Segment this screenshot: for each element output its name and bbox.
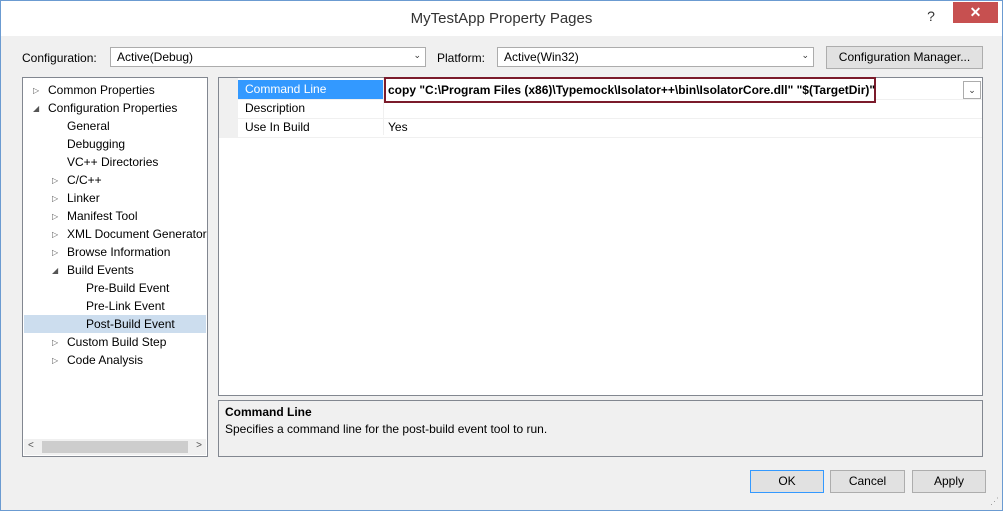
tree-item-label: Manifest Tool	[67, 209, 138, 223]
cancel-button[interactable]: Cancel	[830, 470, 905, 493]
property-value: Yes	[388, 120, 408, 134]
expand-icon[interactable]: ▷	[52, 190, 58, 208]
scroll-right-icon[interactable]: >	[196, 440, 202, 451]
description-text: Specifies a command line for the post-bu…	[225, 422, 548, 436]
collapse-icon[interactable]: ◢	[52, 262, 58, 280]
tree-item-label: Configuration Properties	[48, 101, 178, 115]
close-button[interactable]: ✕	[953, 2, 998, 23]
expand-icon[interactable]: ▷	[52, 352, 58, 370]
property-tree: ▷ Common Properties ◢ Configuration Prop…	[22, 77, 208, 457]
chevron-down-icon[interactable]: ⌄	[963, 81, 981, 99]
tree-item-label: Custom Build Step	[67, 335, 167, 349]
collapse-icon[interactable]: ◢	[33, 100, 39, 118]
property-name: Use In Build	[245, 120, 310, 134]
title-bar: MyTestApp Property Pages ? ✕	[1, 1, 1002, 36]
expand-icon[interactable]: ▷	[52, 172, 58, 190]
configuration-label: Configuration:	[22, 51, 97, 65]
tree-item-build-events[interactable]: ◢ Build Events	[23, 261, 207, 279]
description-title: Command Line	[225, 405, 312, 419]
grid-row-use-in-build[interactable]: Use In Build Yes	[238, 118, 982, 137]
tree-item-post-build-event[interactable]: Post-Build Event	[24, 315, 206, 333]
tree-item-label: Build Events	[67, 263, 134, 277]
configuration-select[interactable]: Active(Debug) ⌄	[110, 47, 426, 67]
row-separator	[238, 137, 982, 138]
configuration-manager-button[interactable]: Configuration Manager...	[826, 46, 983, 69]
tree-item-pre-link-event[interactable]: Pre-Link Event	[23, 297, 207, 315]
tree-item-general[interactable]: General	[23, 117, 207, 135]
chevron-down-icon: ⌄	[801, 50, 809, 60]
configuration-value: Active(Debug)	[117, 50, 194, 64]
expand-icon[interactable]: ▷	[33, 82, 39, 100]
tree-item-configuration-properties[interactable]: ◢ Configuration Properties	[23, 99, 207, 117]
help-button[interactable]: ?	[920, 6, 942, 26]
expand-icon[interactable]: ▷	[52, 226, 58, 243]
tree-item-label: C/C++	[67, 173, 102, 187]
chevron-down-icon: ⌄	[413, 50, 421, 60]
command-line-input[interactable]: copy "C:\Program Files (x86)\Typemock\Is…	[384, 77, 876, 103]
apply-button[interactable]: Apply	[912, 470, 986, 493]
tree-item-vc-directories[interactable]: VC++ Directories	[23, 153, 207, 171]
platform-label: Platform:	[437, 51, 486, 65]
resize-grip-icon[interactable]: ⋰	[990, 496, 999, 507]
horizontal-scrollbar[interactable]: < >	[24, 439, 206, 455]
tree-item-label: Common Properties	[48, 83, 155, 97]
tree-item-label: Post-Build Event	[86, 317, 175, 331]
platform-value: Active(Win32)	[504, 50, 579, 64]
tree-item-label: Pre-Build Event	[86, 281, 170, 295]
expand-icon[interactable]: ▷	[52, 334, 58, 352]
scroll-left-icon[interactable]: <	[28, 440, 34, 451]
tree-item-label: VC++ Directories	[67, 155, 159, 169]
tree-item-browse-information[interactable]: ▷ Browse Information	[23, 243, 207, 261]
property-name: Description	[245, 101, 306, 115]
tree-item-label: General	[67, 119, 110, 133]
tree-item-manifest-tool[interactable]: ▷ Manifest Tool	[23, 207, 207, 225]
description-pane: Command Line Specifies a command line fo…	[218, 400, 983, 457]
tree-item-linker[interactable]: ▷ Linker	[23, 189, 207, 207]
grid-gutter	[219, 78, 238, 138]
property-name: Command Line	[238, 80, 383, 99]
property-pages-dialog: MyTestApp Property Pages ? ✕ Configurati…	[0, 0, 1003, 511]
tree-item-c-cpp[interactable]: ▷ C/C++	[23, 171, 207, 189]
tree-item-common-properties[interactable]: ▷ Common Properties	[23, 81, 207, 99]
tree-item-xml-document-generator[interactable]: ▷ XML Document Generator	[23, 225, 207, 243]
tree-item-label: Code Analysis	[67, 353, 144, 367]
platform-select[interactable]: Active(Win32) ⌄	[497, 47, 814, 67]
property-grid: Command Line Description Use In Build Ye…	[218, 77, 983, 396]
window-title: MyTestApp Property Pages	[410, 10, 593, 27]
tree-item-debugging[interactable]: Debugging	[23, 135, 207, 153]
ok-button[interactable]: OK	[750, 470, 824, 493]
tree-item-custom-build-step[interactable]: ▷ Custom Build Step	[23, 333, 207, 351]
tree-item-pre-build-event[interactable]: Pre-Build Event	[23, 279, 207, 297]
tree-item-label: Browse Information	[67, 245, 171, 259]
expand-icon[interactable]: ▷	[52, 208, 58, 226]
tree-item-label: XML Document Generator	[67, 227, 207, 241]
tree-item-code-analysis[interactable]: ▷ Code Analysis	[23, 351, 207, 369]
tree-item-label: Linker	[67, 191, 100, 205]
tree-item-label: Debugging	[67, 137, 126, 151]
tree-item-label: Pre-Link Event	[86, 299, 165, 313]
expand-icon[interactable]: ▷	[52, 244, 58, 262]
scrollbar-thumb[interactable]	[42, 441, 188, 453]
